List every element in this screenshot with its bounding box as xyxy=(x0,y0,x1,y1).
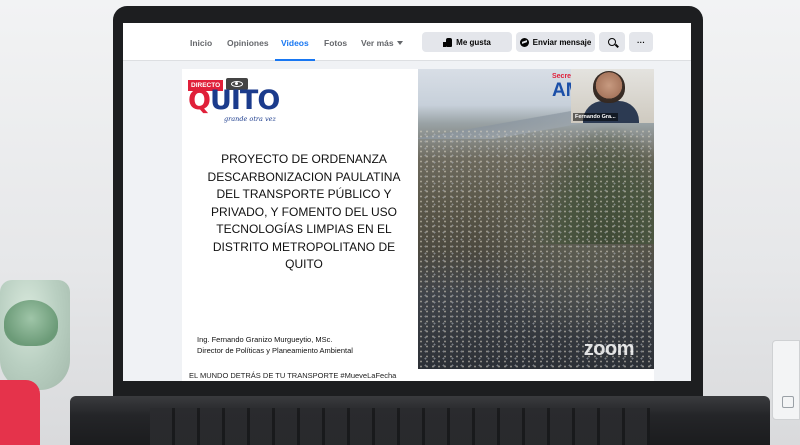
search-icon xyxy=(608,38,616,46)
logo-letter-q: Q xyxy=(188,85,211,116)
author-title: Director de Políticas y Planeamiento Amb… xyxy=(197,345,353,355)
more-options-icon: ··· xyxy=(637,37,645,47)
logo-tagline: grande otra vez xyxy=(224,115,276,123)
logo-letters: UITO xyxy=(209,85,280,116)
quito-logo: QUITO xyxy=(188,85,280,116)
video-player[interactable]: DIRECTO QUITO grande otra vez PROYECTO D… xyxy=(182,69,654,369)
send-message-label: Enviar mensaje xyxy=(532,37,592,47)
desk-gadget xyxy=(772,340,800,420)
tab-opiniones[interactable]: Opiniones xyxy=(227,23,269,61)
author-name: Ing. Fernando Granizo Murgueytio, MSc. xyxy=(197,335,333,344)
thumbs-up-icon xyxy=(443,37,453,47)
participant-name: Fernando Gra... xyxy=(573,113,618,121)
laptop-keyboard xyxy=(150,408,650,445)
tab-ver-mas[interactable]: Ver más xyxy=(361,23,403,61)
tab-videos[interactable]: Videos xyxy=(275,23,315,61)
post-caption-bar: EL MUNDO DETRÁS DE TU TRANSPORTE #MueveL… xyxy=(182,369,654,381)
plant xyxy=(4,300,58,346)
photo-label-small: Secre xyxy=(552,73,572,80)
red-object xyxy=(0,380,40,445)
more-options-button[interactable]: ··· xyxy=(629,32,653,52)
slide-title: PROYECTO DE ORDENANZA DESCARBONIZACION P… xyxy=(207,152,401,271)
slide-panel: DIRECTO QUITO grande otra vez PROYECTO D… xyxy=(182,69,418,369)
search-button[interactable] xyxy=(599,32,625,52)
participant-face xyxy=(593,71,625,103)
post-caption: EL MUNDO DETRÁS DE TU TRANSPORTE #MueveL… xyxy=(189,371,397,380)
laptop-screen: Inicio Opiniones Videos Fotos Ver más Me… xyxy=(123,23,691,381)
page-navbar: Inicio Opiniones Videos Fotos Ver más Me… xyxy=(123,23,691,61)
participant-camera: Fernando Gra... xyxy=(571,69,654,123)
like-page-label: Me gusta xyxy=(456,37,491,47)
messenger-icon xyxy=(519,37,529,47)
tab-fotos[interactable]: Fotos xyxy=(324,23,347,61)
zoom-watermark: zoom xyxy=(583,338,635,360)
slide-author: Ing. Fernando Granizo Murgueytio, MSc. D… xyxy=(197,335,353,356)
like-page-button[interactable]: Me gusta xyxy=(422,32,512,52)
tab-ver-mas-label: Ver más xyxy=(361,38,394,48)
city-texture xyxy=(418,129,654,369)
caret-down-icon xyxy=(396,41,403,45)
tab-inicio[interactable]: Inicio xyxy=(190,23,212,61)
send-message-button[interactable]: Enviar mensaje xyxy=(516,32,595,52)
gadget-button xyxy=(782,396,794,408)
